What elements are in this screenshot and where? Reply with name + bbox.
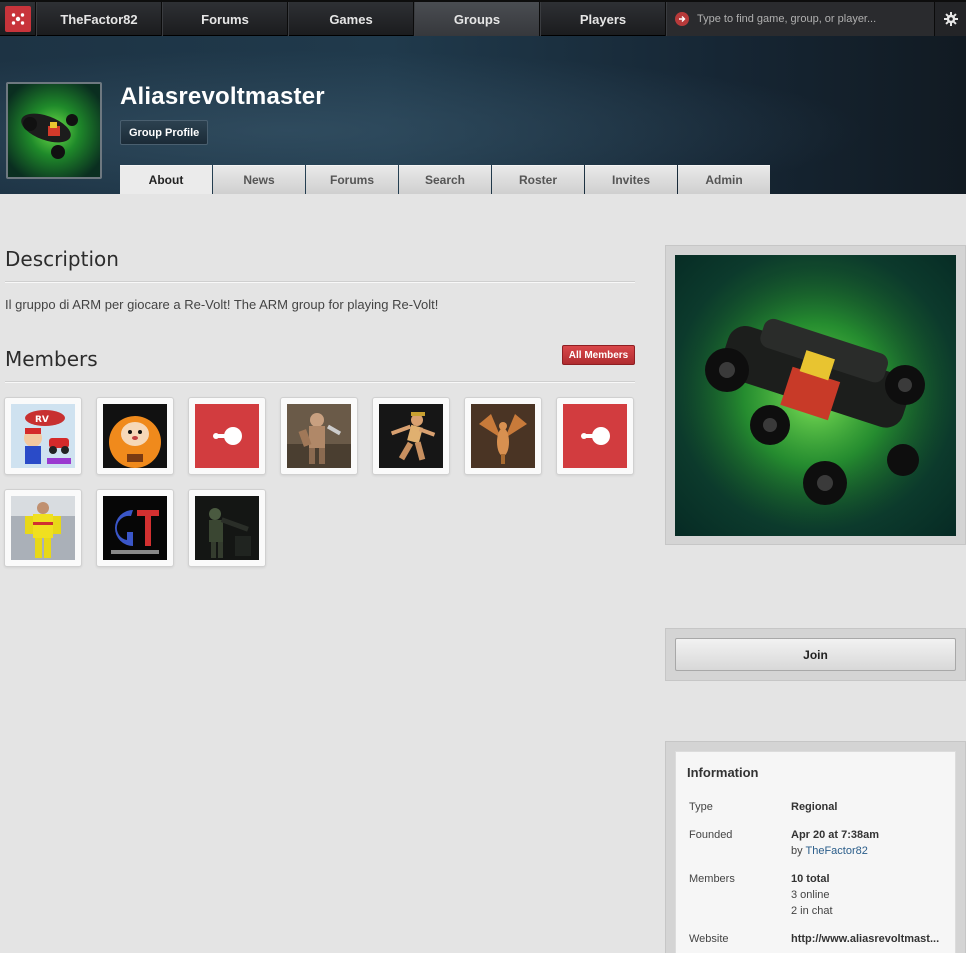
members-heading: Members <box>5 347 98 371</box>
info-label-members: Members <box>689 873 735 885</box>
member-avatar[interactable] <box>464 397 542 475</box>
nav-user[interactable]: TheFactor82 <box>36 2 162 36</box>
info-label-type: Type <box>689 801 713 813</box>
search-box[interactable] <box>666 2 934 36</box>
tab-search[interactable]: Search <box>399 165 491 194</box>
search-arrow-icon <box>675 12 689 26</box>
member-avatar[interactable] <box>96 489 174 567</box>
website-link[interactable]: http://www.aliasrevoltmast... <box>791 933 939 945</box>
group-avatar <box>6 82 102 179</box>
information-title: Information <box>687 765 759 780</box>
member-avatar[interactable] <box>188 489 266 567</box>
information-panel: Information Type Regional Founded Apr 20… <box>665 741 966 953</box>
founded-date: Apr 20 at 7:38am <box>791 829 880 841</box>
nav-forums[interactable]: Forums <box>162 2 288 36</box>
info-label-founded: Founded <box>689 829 733 841</box>
site-logo-icon <box>4 6 31 32</box>
group-image-panel <box>665 245 966 545</box>
group-tabs: About News Forums Search Roster Invites … <box>120 165 771 194</box>
tab-news[interactable]: News <box>213 165 305 194</box>
founded-by-label: by <box>791 845 803 857</box>
group-large-image <box>675 255 956 536</box>
nav-groups[interactable]: Groups <box>414 2 540 36</box>
group-header-banner: Aliasrevoltmaster Group Profile About Ne… <box>0 36 966 194</box>
dragon-avatar <box>471 404 535 468</box>
tab-roster[interactable]: Roster <box>492 165 584 194</box>
member-avatar[interactable] <box>280 397 358 475</box>
members-online: 3 online <box>791 889 830 901</box>
join-panel: Join <box>665 628 966 681</box>
runner-avatar <box>379 404 443 468</box>
group-profile-button[interactable]: Group Profile <box>120 120 209 145</box>
group-name: Aliasrevoltmaster <box>120 83 325 110</box>
all-members-button[interactable]: All Members <box>562 345 635 365</box>
join-button[interactable]: Join <box>675 638 956 671</box>
member-avatar[interactable] <box>4 489 82 567</box>
description-text: Il gruppo di ARM per giocare a Re-Volt! … <box>5 297 439 312</box>
soldier-avatar <box>195 496 259 560</box>
gt-logo-avatar <box>103 496 167 560</box>
type-value: Regional <box>791 801 838 813</box>
info-value-type: Regional <box>791 799 837 815</box>
information-card: Information Type Regional Founded Apr 20… <box>675 751 956 953</box>
member-avatar[interactable]: RV <box>4 397 82 475</box>
svg-text:RV: RV <box>35 415 49 425</box>
default-avatar <box>195 404 259 468</box>
description-heading: Description <box>5 247 119 271</box>
racer-avatar <box>11 496 75 560</box>
info-label-website: Website <box>689 933 729 945</box>
gear-icon[interactable] <box>934 2 966 36</box>
info-value-members: 10 total 3 online 2 in chat <box>791 871 833 919</box>
tab-invites[interactable]: Invites <box>585 165 677 194</box>
tab-about[interactable]: About <box>120 165 212 194</box>
member-avatar[interactable] <box>96 397 174 475</box>
members-total: 10 total <box>791 873 830 885</box>
revolt-mario-avatar: RV <box>11 404 75 468</box>
info-value-website: http://www.aliasrevoltmast... <box>791 931 939 947</box>
founder-link[interactable]: TheFactor82 <box>805 845 867 857</box>
members-divider <box>5 381 635 383</box>
search-input[interactable] <box>697 13 927 25</box>
site-logo[interactable] <box>0 2 36 36</box>
member-avatar[interactable] <box>372 397 450 475</box>
top-nav-bar: TheFactor82 Forums Games Groups Players <box>0 0 966 36</box>
description-divider <box>5 281 635 283</box>
tab-forums[interactable]: Forums <box>306 165 398 194</box>
warrior-avatar <box>287 404 351 468</box>
members-in-chat: 2 in chat <box>791 905 833 917</box>
kenny-avatar <box>103 404 167 468</box>
default-avatar <box>563 404 627 468</box>
member-avatar[interactable] <box>188 397 266 475</box>
info-value-founded: Apr 20 at 7:38am by TheFactor82 <box>791 827 879 859</box>
tab-admin[interactable]: Admin <box>678 165 770 194</box>
member-avatar[interactable] <box>556 397 634 475</box>
nav-players[interactable]: Players <box>540 2 666 36</box>
nav-games[interactable]: Games <box>288 2 414 36</box>
